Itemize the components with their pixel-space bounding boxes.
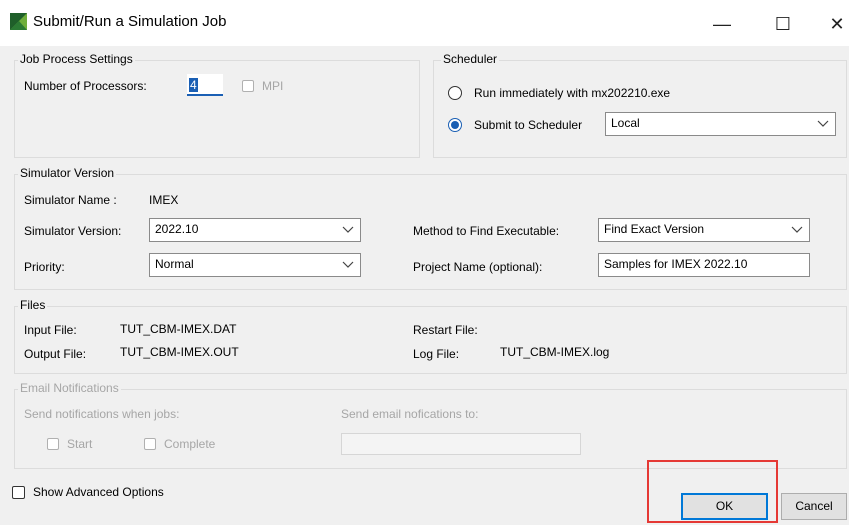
chevron-down-icon bbox=[791, 226, 803, 233]
advanced-options-checkbox[interactable] bbox=[12, 486, 25, 499]
ok-button[interactable]: OK bbox=[681, 493, 768, 520]
mpi-label: MPI bbox=[262, 79, 284, 93]
simulator-name-value: IMEX bbox=[149, 193, 179, 207]
input-file-label: Input File: bbox=[24, 323, 77, 337]
email-start-checkbox[interactable] bbox=[47, 438, 59, 450]
processors-input[interactable]: 4 bbox=[187, 74, 223, 96]
cancel-button[interactable]: Cancel bbox=[781, 493, 847, 520]
project-name-label: Project Name (optional): bbox=[413, 260, 543, 274]
email-when-label: Send notifications when jobs: bbox=[24, 407, 180, 421]
files-group bbox=[14, 306, 847, 374]
email-address-input[interactable] bbox=[341, 433, 581, 455]
simulator-version-legend: Simulator Version bbox=[18, 166, 117, 180]
priority-label: Priority: bbox=[24, 260, 65, 274]
simulator-name-label: Simulator Name : bbox=[24, 193, 117, 207]
email-complete-label: Complete bbox=[164, 437, 216, 451]
mpi-checkbox[interactable] bbox=[242, 80, 254, 92]
priority-dropdown[interactable]: Normal bbox=[149, 253, 361, 277]
chevron-down-icon bbox=[342, 226, 354, 233]
log-file-label: Log File: bbox=[413, 347, 460, 361]
run-immediately-label[interactable]: Run immediately with mx202210.exe bbox=[474, 86, 670, 100]
chevron-down-icon bbox=[817, 120, 829, 127]
simulator-app-icon bbox=[10, 13, 27, 30]
project-name-input[interactable]: Samples for IMEX 2022.10 bbox=[598, 253, 810, 277]
simulator-version-value: 2022.10 bbox=[155, 222, 199, 236]
run-immediately-radio[interactable] bbox=[448, 86, 462, 100]
simulator-version-label: Simulator Version: bbox=[24, 224, 122, 238]
files-legend: Files bbox=[18, 298, 48, 312]
restart-file-label: Restart File: bbox=[413, 323, 478, 337]
close-button[interactable]: ✕ bbox=[822, 10, 849, 38]
email-start-label: Start bbox=[67, 437, 93, 451]
email-to-label: Send email nofications to: bbox=[341, 407, 479, 421]
method-value: Find Exact Version bbox=[604, 222, 705, 236]
method-label: Method to Find Executable: bbox=[413, 224, 560, 238]
window-title: Submit/Run a Simulation Job bbox=[33, 13, 227, 30]
job-process-legend: Job Process Settings bbox=[18, 52, 135, 66]
scheduler-dropdown[interactable]: Local bbox=[605, 112, 836, 136]
submit-scheduler-label[interactable]: Submit to Scheduler bbox=[474, 118, 582, 132]
email-legend: Email Notifications bbox=[18, 381, 121, 395]
input-file-value: TUT_CBM-IMEX.DAT bbox=[120, 322, 237, 336]
email-complete-checkbox[interactable] bbox=[144, 438, 156, 450]
processors-label: Number of Processors: bbox=[24, 79, 147, 93]
output-file-value: TUT_CBM-IMEX.OUT bbox=[120, 345, 239, 359]
scheduler-legend: Scheduler bbox=[441, 52, 500, 66]
priority-value: Normal bbox=[155, 257, 194, 271]
submit-scheduler-radio[interactable] bbox=[448, 118, 462, 132]
maximize-button[interactable]: ☐ bbox=[768, 10, 798, 38]
simulator-version-dropdown[interactable]: 2022.10 bbox=[149, 218, 361, 242]
method-dropdown[interactable]: Find Exact Version bbox=[598, 218, 810, 242]
title-bar: Submit/Run a Simulation Job — ☐ ✕ bbox=[0, 0, 849, 46]
chevron-down-icon bbox=[342, 261, 354, 268]
minimize-button[interactable]: — bbox=[707, 10, 737, 38]
output-file-label: Output File: bbox=[24, 347, 87, 361]
advanced-options-label[interactable]: Show Advanced Options bbox=[33, 485, 164, 499]
log-file-value: TUT_CBM-IMEX.log bbox=[500, 345, 610, 359]
scheduler-dropdown-value: Local bbox=[611, 116, 640, 130]
scheduler-group bbox=[433, 60, 847, 158]
email-group bbox=[14, 389, 847, 469]
